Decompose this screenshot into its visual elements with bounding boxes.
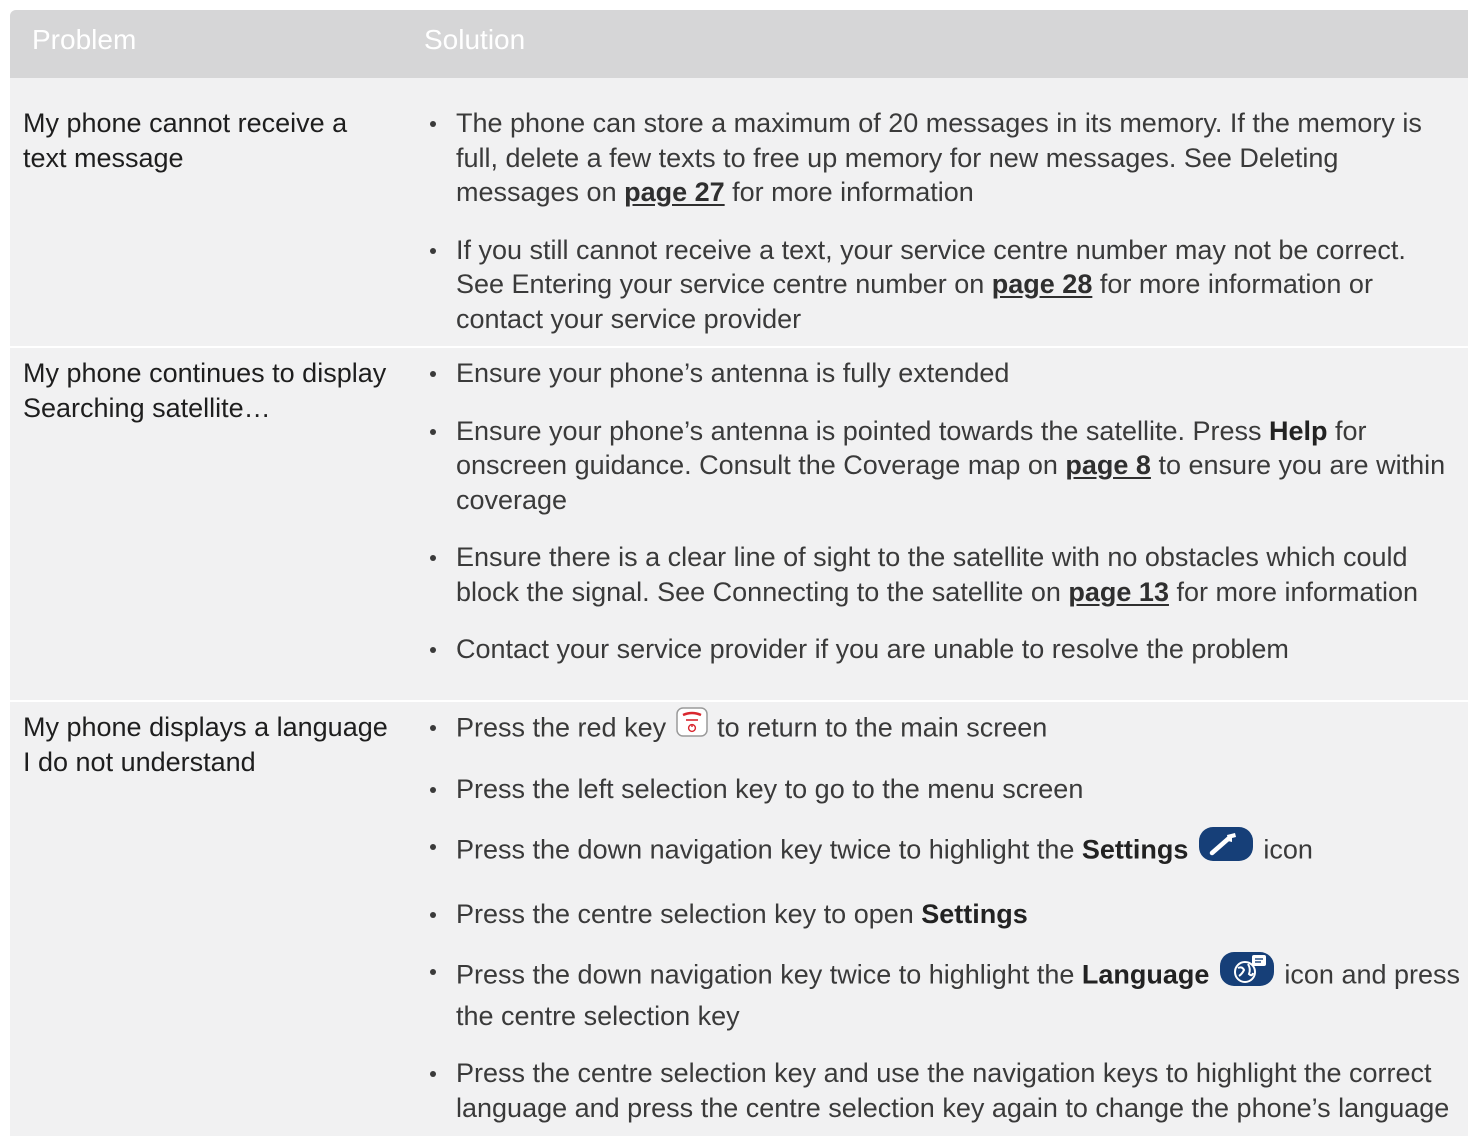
list-item: Press the centre selection key and use t…: [430, 1056, 1460, 1125]
problem-text: My phone cannot receive a text message: [23, 108, 348, 173]
settings-wrench-icon: [1198, 826, 1254, 871]
table-row: My phone cannot receive a text message T…: [10, 78, 1468, 348]
solution-text: for more information: [724, 177, 974, 207]
list-item: Press the left selection key to go to th…: [430, 772, 1460, 807]
problem-text-plain: My phone continues to display: [23, 358, 387, 388]
list-item: The phone can store a maximum of 20 mess…: [430, 106, 1460, 210]
solution-text: Press the centre selection key to open: [456, 898, 922, 929]
page-link[interactable]: page 8: [1065, 450, 1151, 480]
list-item: Contact your service provider if you are…: [430, 632, 1460, 667]
table-row: My phone displays a language I do not un…: [10, 702, 1468, 1136]
page-link[interactable]: page 27: [624, 177, 725, 207]
page-link[interactable]: page 28: [992, 269, 1093, 299]
table-header: Problem Solution: [10, 10, 1468, 78]
solution-text: Ensure your phone’s antenna is pointed t…: [456, 415, 1269, 446]
list-item: Ensure there is a clear line of sight to…: [430, 540, 1460, 609]
list-item: Press the down navigation key twice to h…: [430, 951, 1460, 1033]
help-key-label: Help: [1269, 415, 1328, 446]
settings-label: Settings: [921, 898, 1028, 929]
solution-text: icon: [1255, 834, 1313, 865]
solution-text: Press the left selection key to go to th…: [456, 773, 1084, 804]
list-item: Ensure your phone’s antenna is fully ext…: [430, 356, 1460, 391]
problem-text: My phone displays a language I do not un…: [23, 712, 388, 777]
header-solution: Solution: [424, 24, 526, 55]
table-row: My phone continues to display Searching …: [10, 348, 1468, 702]
header-problem: Problem: [32, 24, 137, 55]
settings-label: Settings: [1081, 834, 1189, 865]
solution-text: Press the centre selection key and use t…: [456, 1058, 1450, 1123]
language-label: Language: [1081, 959, 1210, 990]
list-item: If you still cannot receive a text, your…: [430, 233, 1460, 337]
solution-text: Contact your service provider if you are…: [456, 634, 1289, 664]
solution-text: for more information: [1168, 576, 1419, 607]
list-item: Press the red key to return to the main …: [430, 707, 1460, 749]
solution-text: to return to the main screen: [709, 712, 1048, 743]
list-item: Press the centre selection key to open S…: [430, 897, 1460, 932]
solution-text: Press the down navigation key twice to h…: [456, 959, 1082, 990]
red-end-key-icon: [675, 707, 708, 746]
solution-text: Ensure your phone’s antenna is fully ext…: [456, 358, 1010, 388]
problem-text: My phone continues to display Searching …: [23, 356, 393, 426]
page-link[interactable]: page 13: [1068, 577, 1169, 607]
troubleshooting-table: Problem Solution My phone cannot receive…: [10, 10, 1468, 1136]
solution-text: Press the down navigation key twice to h…: [456, 834, 1082, 865]
problem-status-text: Searching satellite…: [23, 393, 271, 423]
solution-text: Press the red key: [456, 712, 674, 743]
language-globe-icon: [1219, 951, 1275, 996]
list-item: Press the down navigation key twice to h…: [430, 826, 1460, 874]
list-item: Ensure your phone’s antenna is pointed t…: [430, 414, 1460, 518]
